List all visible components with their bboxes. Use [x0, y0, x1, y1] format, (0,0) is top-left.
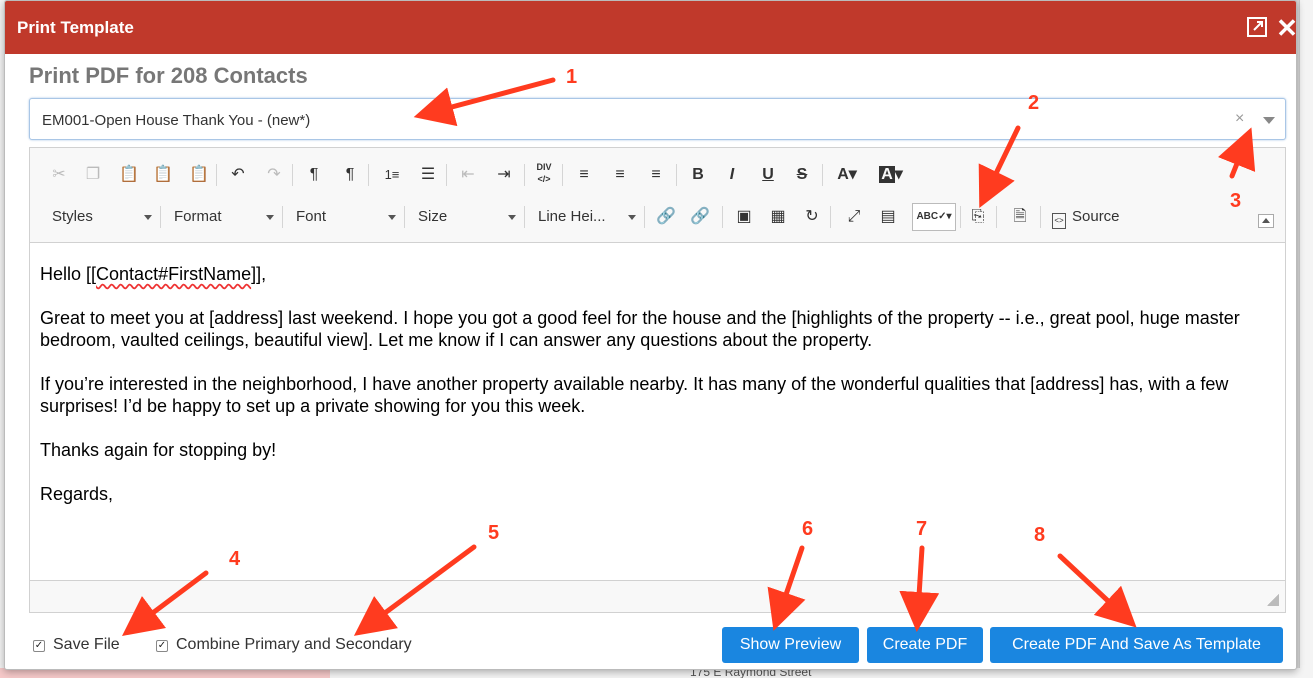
- rtl-icon[interactable]: ¶: [338, 163, 362, 187]
- source-icon: <>: [1052, 213, 1066, 229]
- paste-icon[interactable]: 📋: [118, 163, 140, 187]
- dialog-title: Print Template: [17, 18, 134, 37]
- editor-toolbar: ✂ ❐ 📋 📋 📋 ↶ ↷ ¶ ¶ 1≡ ☰ ⇤ ⇥ DIV </> ≡ ≡ ≡ …: [30, 148, 1285, 243]
- source-button[interactable]: <> Source: [1052, 205, 1120, 229]
- insert-merge-field-icon[interactable]: ⎘: [966, 205, 990, 229]
- collapse-toolbar-button[interactable]: [1258, 214, 1274, 228]
- paste-text-icon[interactable]: 📋: [152, 163, 174, 187]
- combine-checkbox[interactable]: ✓ Combine Primary and Secondary: [156, 636, 412, 654]
- annotation-label-1: 1: [566, 66, 578, 88]
- format-dropdown[interactable]: Format: [174, 205, 274, 229]
- undo-icon[interactable]: ↶: [226, 163, 250, 187]
- checkbox-checked-icon[interactable]: ✓: [33, 640, 45, 652]
- show-blocks-icon[interactable]: ▤: [876, 205, 900, 229]
- annotation-label-3: 3: [1230, 190, 1242, 212]
- size-dropdown[interactable]: Size: [418, 205, 516, 229]
- paragraph: Thanks again for stopping by!: [40, 440, 277, 460]
- merge-field: Contact#FirstName: [96, 264, 252, 284]
- annotation-label-5: 5: [488, 522, 500, 544]
- paste-word-icon[interactable]: 📋: [188, 163, 210, 187]
- chevron-down-icon[interactable]: [1263, 117, 1275, 124]
- cut-icon[interactable]: ✂: [48, 163, 70, 187]
- div-container-icon[interactable]: DIV </>: [532, 161, 556, 185]
- bullet-list-icon[interactable]: ☰: [416, 163, 440, 187]
- create-pdf-save-template-button[interactable]: Create PDF And Save As Template: [990, 627, 1283, 663]
- save-file-checkbox[interactable]: ✓ Save File: [33, 636, 120, 654]
- create-pdf-button[interactable]: Create PDF: [867, 627, 983, 663]
- table-icon[interactable]: ▦: [766, 205, 790, 229]
- close-icon[interactable]: ✕: [1275, 15, 1296, 41]
- editor-content[interactable]: Hello [[Contact#FirstName]], Great to me…: [40, 263, 1275, 527]
- outdent-icon[interactable]: ⇤: [456, 163, 480, 187]
- editor-statusbar: [30, 580, 1285, 612]
- numbered-list-icon[interactable]: 1≡: [380, 163, 404, 187]
- page-title: Print PDF for 208 Contacts: [29, 63, 308, 88]
- popout-icon[interactable]: [1245, 16, 1269, 40]
- align-center-icon[interactable]: ≡: [608, 163, 632, 187]
- ltr-icon[interactable]: ¶: [302, 163, 326, 187]
- background-app-scrollbar[interactable]: [1299, 0, 1313, 678]
- template-select[interactable]: EM001-Open House Thank You - (new*) ×: [29, 98, 1286, 140]
- spellcheck-button[interactable]: ABC✓▾: [912, 203, 956, 231]
- greeting-line: Hello [[Contact#FirstName]],: [40, 264, 267, 284]
- copy-icon[interactable]: ❐: [82, 163, 104, 187]
- checkbox-checked-icon[interactable]: ✓: [156, 640, 168, 652]
- document-icon[interactable]: 🗎: [1008, 205, 1032, 229]
- italic-button[interactable]: I: [720, 163, 744, 187]
- unlink-icon[interactable]: 🔗: [688, 205, 712, 229]
- annotation-label-6: 6: [802, 518, 814, 540]
- strikethrough-button[interactable]: S: [790, 163, 814, 187]
- print-template-dialog: Print Template ✕ Print PDF for 208 Conta…: [4, 0, 1297, 670]
- bold-button[interactable]: B: [686, 163, 710, 187]
- redo-icon[interactable]: ↷: [262, 163, 286, 187]
- annotation-label-8: 8: [1034, 524, 1046, 546]
- styles-dropdown[interactable]: Styles: [52, 205, 152, 229]
- line-height-dropdown[interactable]: Line Hei...: [538, 205, 636, 229]
- resize-handle[interactable]: [1267, 594, 1279, 606]
- background-color-icon[interactable]: A ▾: [874, 163, 908, 187]
- link-icon[interactable]: 🔗: [654, 205, 678, 229]
- refresh-icon[interactable]: ↻: [800, 205, 824, 229]
- show-preview-button[interactable]: Show Preview: [722, 627, 859, 663]
- indent-icon[interactable]: ⇥: [492, 163, 516, 187]
- align-right-icon[interactable]: ≡: [644, 163, 668, 187]
- paragraph: Great to meet you at [address] last week…: [40, 308, 1240, 350]
- align-left-icon[interactable]: ≡: [572, 163, 596, 187]
- underline-button[interactable]: U: [756, 163, 780, 187]
- text-color-icon[interactable]: A▾: [830, 163, 864, 187]
- maximize-icon[interactable]: ⤢: [842, 205, 866, 229]
- rich-text-editor: ✂ ❐ 📋 📋 📋 ↶ ↷ ¶ ¶ 1≡ ☰ ⇤ ⇥ DIV </> ≡ ≡ ≡ …: [29, 147, 1286, 613]
- annotation-label-2: 2: [1028, 92, 1040, 114]
- paragraph: Regards,: [40, 484, 114, 504]
- annotation-label-4: 4: [229, 548, 241, 570]
- dialog-titlebar: Print Template ✕: [5, 1, 1296, 54]
- template-select-value: EM001-Open House Thank You - (new*): [42, 112, 311, 129]
- image-icon[interactable]: ▣: [732, 205, 756, 229]
- clear-selection-icon[interactable]: ×: [1235, 110, 1244, 128]
- paragraph: If you’re interested in the neighborhood…: [40, 374, 1229, 416]
- annotation-label-7: 7: [916, 518, 928, 540]
- font-dropdown[interactable]: Font: [296, 205, 396, 229]
